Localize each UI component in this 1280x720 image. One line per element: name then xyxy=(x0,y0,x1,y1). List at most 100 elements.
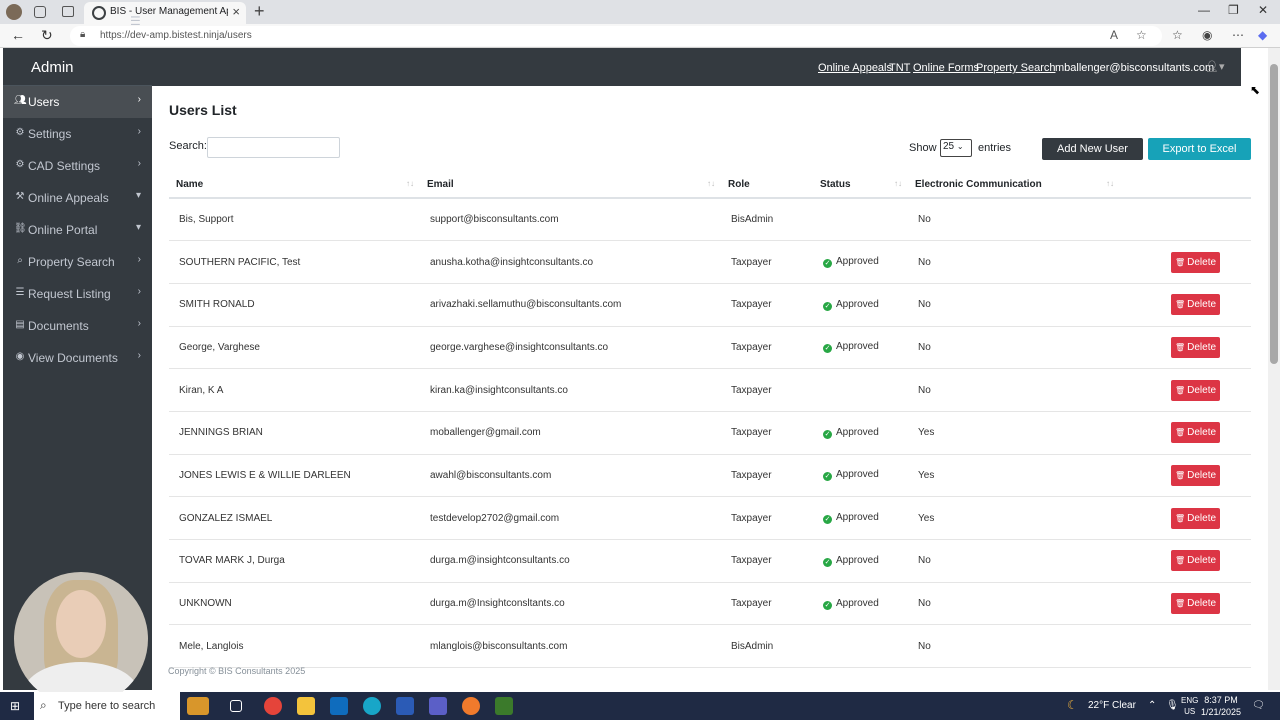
delete-button[interactable]: 🗑︎ Delete xyxy=(1171,550,1220,572)
close-tab-icon[interactable]: × xyxy=(232,4,240,19)
sidebar-item-view-documents[interactable]: ◉ View Documents › xyxy=(3,342,152,374)
taskbar-search[interactable]: ⌕ Type here to search xyxy=(34,692,180,720)
delete-button[interactable]: 🗑︎ Delete xyxy=(1171,464,1220,486)
cell-name: UNKNOWN xyxy=(169,582,420,626)
add-new-user-button[interactable]: Add New User xyxy=(1042,138,1143,160)
notification-icon[interactable]: 🗨︎ xyxy=(1252,700,1265,711)
show-label: Show xyxy=(909,142,937,154)
sidebar-item-property-search[interactable]: ⌕ Property Search › xyxy=(3,246,152,278)
chevron-right-icon: › xyxy=(137,126,141,137)
cell-status: ✓ Approved xyxy=(813,582,908,626)
hamburger-menu-icon[interactable]: ☰ xyxy=(130,14,141,28)
sidebar-item-settings[interactable]: ⚙︎ Settings › xyxy=(3,118,152,150)
url-field[interactable]: 🔒︎ https://dev-amp.bistest.ninja/users A… xyxy=(70,26,1162,46)
sidebar-item-cad-settings[interactable]: ⚙︎ CAD Settings › xyxy=(3,150,152,182)
refresh-icon[interactable]: ↻ xyxy=(41,27,53,44)
browser-tab[interactable]: BIS - User Management Applicatio × xyxy=(84,2,246,24)
delete-button[interactable]: 🗑︎ Delete xyxy=(1171,379,1220,401)
workspaces-icon[interactable] xyxy=(34,6,46,18)
file-explorer-icon[interactable] xyxy=(297,697,315,715)
taskbar-clock[interactable]: 8:37 PM 1/21/2025 xyxy=(1201,694,1241,718)
chevron-right-icon: › xyxy=(137,158,141,169)
sidebar-item-users[interactable]: 👥︎ Users › xyxy=(3,86,152,118)
favorite-star-icon[interactable]: ☆ xyxy=(1136,28,1147,42)
close-window-icon[interactable]: ✕ xyxy=(1258,3,1268,17)
user-menu-icon[interactable]: 👤︎▾ xyxy=(1205,60,1225,73)
chrome-icon[interactable] xyxy=(264,697,282,715)
entries-select[interactable]: 25 ⌄ xyxy=(940,139,972,157)
cell-actions: 🗑︎ Delete xyxy=(1120,496,1251,540)
tab-actions-icon[interactable] xyxy=(62,6,74,17)
export-to-excel-button[interactable]: Export to Excel xyxy=(1148,138,1251,160)
weather-icon[interactable]: ☾ xyxy=(1067,698,1078,712)
column-header-status[interactable]: Status ↑↓ xyxy=(813,171,908,199)
nav-link-online-forms[interactable]: Online Forms xyxy=(913,62,979,74)
sidebar-item-online-appeals[interactable]: ⚒︎ Online Appeals ▾ xyxy=(3,182,152,214)
app-icon-orange[interactable] xyxy=(462,697,480,715)
delete-button[interactable]: 🗑︎ Delete xyxy=(1171,422,1220,444)
sidebar-item-label: Property Search xyxy=(28,255,115,269)
nav-link-tnt[interactable]: TNT xyxy=(889,62,910,74)
delete-button[interactable]: 🗑︎ Delete xyxy=(1171,593,1220,615)
user-email[interactable]: mballenger@bisconsultants.com xyxy=(1055,62,1214,74)
cell-email: arivazhaki.sellamuthu@bisconsultants.com xyxy=(420,283,721,327)
nav-link-property-search[interactable]: Property Search xyxy=(976,62,1055,74)
extension-icon[interactable]: ◉ xyxy=(1202,28,1212,42)
column-header-name[interactable]: Name ↑↓ xyxy=(169,171,420,199)
delete-button[interactable]: 🗑︎ Delete xyxy=(1171,336,1220,358)
tray-chevron-icon[interactable]: ⌃ xyxy=(1148,700,1156,711)
cell-name: Bis, Support xyxy=(169,198,420,242)
column-header-role[interactable]: Role xyxy=(721,171,813,199)
table-row: Bis, Support support@bisconsultants.com Bi… xyxy=(169,198,1251,242)
nav-link-online-appeals[interactable]: Online Appeals xyxy=(818,62,892,74)
table-row: George, Varghese george.varghese@insightc… xyxy=(169,326,1251,370)
profile-avatar-icon[interactable] xyxy=(6,4,22,20)
word-icon[interactable] xyxy=(396,697,414,715)
cell-electronic-communication: No xyxy=(908,240,1120,284)
check-circle-icon: ✓ xyxy=(823,344,832,354)
outlook-icon[interactable] xyxy=(330,697,348,715)
cell-name: George, Varghese xyxy=(169,326,420,370)
sidebar-item-online-portal[interactable]: ⛓︎ Online Portal ▾ xyxy=(3,214,152,246)
search-input[interactable] xyxy=(207,137,340,158)
app-icon-green[interactable] xyxy=(495,697,513,715)
edge-icon[interactable] xyxy=(363,697,381,715)
column-header-email[interactable]: Email ↑↓ xyxy=(420,171,721,199)
back-icon[interactable]: ← xyxy=(11,27,25,43)
delete-button[interactable]: 🗑︎ Delete xyxy=(1171,294,1220,316)
trash-icon: 🗑︎ xyxy=(1174,556,1186,566)
sidebar-item-documents[interactable]: ▤ Documents › xyxy=(3,310,152,342)
microphone-icon[interactable]: 🎙︎ xyxy=(1166,700,1179,711)
delete-button[interactable]: 🗑︎ Delete xyxy=(1171,251,1220,273)
page-scrollbar[interactable] xyxy=(1268,48,1280,690)
new-tab-icon[interactable]: + xyxy=(254,1,265,22)
task-view-icon[interactable] xyxy=(230,700,242,712)
weather-text[interactable]: 22°F Clear xyxy=(1088,700,1136,711)
cell-role: Taxpayer xyxy=(721,411,813,455)
cell-email: anusha.kotha@insightconsultants.co xyxy=(420,240,721,284)
column-header-electronic-communication[interactable]: Electronic Communication ↑↓ xyxy=(908,171,1120,199)
minimize-icon[interactable]: — xyxy=(1198,3,1210,17)
delete-button[interactable]: 🗑︎ Delete xyxy=(1171,507,1220,529)
table-row: SMITH RONALD arivazhaki.sellamuthu@biscon… xyxy=(169,283,1251,327)
cell-electronic-communication: No xyxy=(908,624,1120,669)
gear-icon: ⚙︎ xyxy=(15,127,25,138)
cell-role: BisAdmin xyxy=(721,624,813,669)
language-indicator[interactable]: ENG US xyxy=(1181,695,1198,717)
chevron-down-icon: ⌄ xyxy=(956,142,964,151)
restore-icon[interactable]: ❐ xyxy=(1228,3,1239,17)
read-aloud-icon[interactable]: A xyxy=(1110,28,1118,42)
column-role-label: Role xyxy=(728,178,750,190)
taskbar-app-icon[interactable] xyxy=(187,697,209,715)
check-circle-icon: ✓ xyxy=(823,557,832,567)
trash-icon: 🗑︎ xyxy=(1174,257,1186,267)
windows-start-icon[interactable]: ⊞ xyxy=(10,699,20,713)
browser-tab-bar: BIS - User Management Applicatio × + — ❐… xyxy=(0,0,1280,24)
copilot-icon[interactable]: ◆ xyxy=(1258,28,1267,42)
sidebar-item-request-listing[interactable]: ☰ Request Listing › xyxy=(3,278,152,310)
cell-name: JONES LEWIS E & WILLIE DARLEEN xyxy=(169,454,420,498)
scrollbar-thumb[interactable] xyxy=(1270,64,1278,364)
more-menu-icon[interactable]: ⋯ xyxy=(1232,28,1244,42)
favorites-icon[interactable]: ☆ xyxy=(1172,28,1183,42)
teams-icon[interactable] xyxy=(429,697,447,715)
